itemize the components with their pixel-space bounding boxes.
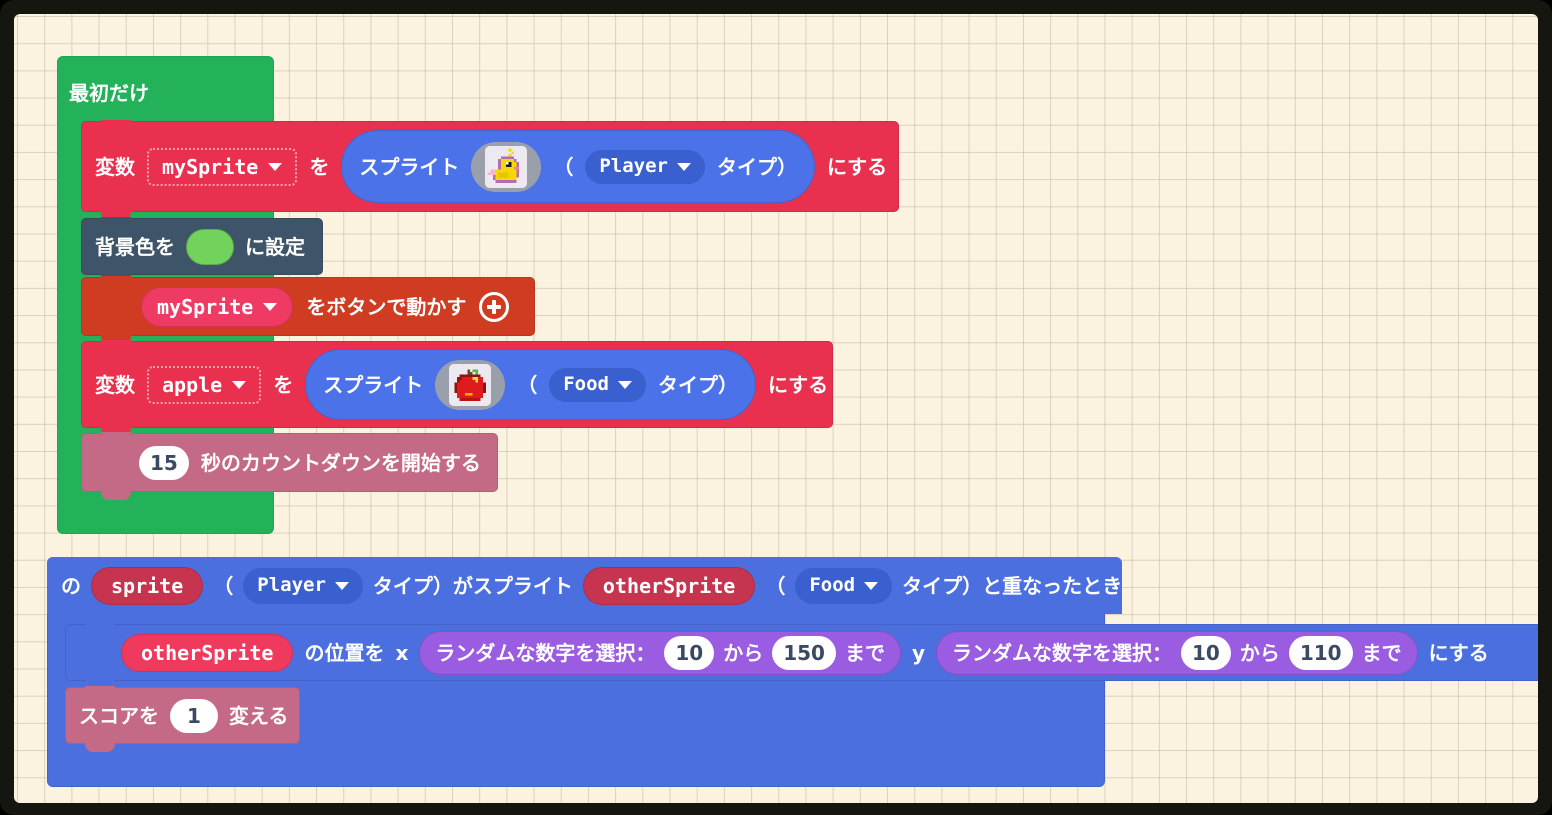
pick-random-from-word: から [723, 640, 764, 665]
pick-random-from-input[interactable]: 10 [1181, 635, 1231, 670]
param-reporter-sprite[interactable]: sprite [91, 566, 204, 605]
set-position-verb: にする [1428, 640, 1489, 665]
paren-open: （ [213, 573, 234, 598]
overlap-prefix: の [61, 573, 81, 598]
axis-x-label: x [395, 640, 409, 665]
block-on-overlap[interactable]: の sprite （ Player タイプ）がスプライト otherSprite… [47, 557, 1538, 787]
set-variable-keyword: 変数 [95, 372, 135, 397]
chevron-down-icon [334, 581, 349, 590]
chevron-down-icon [268, 162, 283, 171]
apple-sprite-image [449, 363, 492, 406]
on-overlap-header: の sprite （ Player タイプ）がスプライト otherSprite… [47, 557, 1123, 614]
pick-random-to-input[interactable]: 150 [772, 635, 836, 670]
reporter-pick-random-y[interactable]: ランダムな数字を選択： 10 から 110 まで [936, 630, 1418, 675]
overlap-kind-label: Food [809, 574, 856, 596]
on-start-label: 最初だけ [69, 81, 149, 105]
duck-sprite-image [485, 145, 528, 188]
paren-open: （ [553, 154, 574, 179]
chevron-down-icon [617, 380, 632, 389]
sprite-kind-suffix: タイプ） [716, 154, 797, 179]
sprite-kind-dropdown-food[interactable]: Food [549, 367, 646, 402]
set-position-label: の位置を [304, 640, 385, 665]
editor-frame: 最初だけ 変数 mySprite を スプライト （ Player タイプ） に… [0, 0, 1552, 815]
variable-reporter-label: mySprite [157, 294, 254, 319]
param-reporter-other-sprite[interactable]: otherSprite [582, 566, 756, 605]
overlap-kind-dropdown-player[interactable]: Player [243, 567, 363, 604]
block-set-position[interactable]: otherSprite の位置を x ランダムな数字を選択： 10 から 150… [65, 623, 1538, 689]
set-variable-keyword: 変数 [95, 154, 135, 179]
change-score-suffix: 変える [229, 703, 289, 728]
axis-y-label: y [911, 640, 925, 665]
param-other-sprite-label: otherSprite [602, 573, 736, 598]
background-color-suffix: に設定 [245, 234, 305, 259]
sprite-kind-label: Food [563, 373, 609, 395]
block-change-score[interactable]: スコアを 1 変える [65, 686, 300, 752]
pick-random-from-input[interactable]: 10 [664, 635, 715, 670]
variable-name-label: apple [162, 372, 223, 397]
variable-name-field-apple[interactable]: apple [147, 365, 262, 404]
pick-random-from-word: から [1239, 640, 1280, 665]
pick-random-to-input[interactable]: 110 [1288, 635, 1353, 670]
set-variable-particle-to: を [273, 372, 294, 397]
countdown-label: 秒のカウントダウンを開始する [200, 450, 481, 475]
move-with-buttons-label: をボタンで動かす [306, 294, 467, 319]
param-other-sprite-label: otherSprite [141, 640, 274, 665]
block-set-background-color[interactable]: 背景色を に設定 [81, 217, 323, 283]
param-sprite-label: sprite [111, 573, 184, 598]
chevron-down-icon [232, 380, 247, 389]
pick-random-to-word: まで [1361, 640, 1402, 665]
countdown-seconds-input[interactable]: 15 [139, 445, 189, 480]
chevron-down-icon [263, 302, 278, 311]
block-set-variable-apple[interactable]: 変数 apple を スプライト （ Food タイプ） にする [81, 340, 833, 436]
sprite-kind-suffix: タイプ） [657, 372, 738, 397]
overlap-tail-text: タイプ）と重なったとき [902, 573, 1123, 598]
chevron-down-icon [864, 581, 879, 590]
blocks-workspace[interactable]: 最初だけ 変数 mySprite を スプライト （ Player タイプ） に… [14, 14, 1538, 803]
reporter-pick-random-x[interactable]: ランダムな数字を選択： 10 から 150 まで [419, 630, 901, 675]
block-set-variable-mysprite[interactable]: 変数 mySprite を スプライト （ Player タイプ） にする [81, 120, 899, 220]
overlap-kind-label: Player [257, 574, 326, 596]
sprite-kind-label: Player [599, 155, 668, 177]
sprite-reporter-label: スプライト [359, 154, 460, 179]
reporter-sprite-of-kind-food[interactable]: スプライト （ Food タイプ） [305, 349, 756, 420]
variable-name-label: mySprite [162, 154, 259, 179]
block-start-countdown[interactable]: 15 秒のカウントダウンを開始する [81, 432, 498, 500]
set-variable-verb: にする [767, 372, 829, 397]
chevron-down-icon [676, 162, 691, 171]
paren-open: （ [765, 573, 786, 598]
param-reporter-other-sprite[interactable]: otherSprite [121, 633, 294, 672]
block-move-with-buttons[interactable]: mySprite をボタンで動かす [81, 276, 535, 344]
reporter-sprite-of-kind-player[interactable]: スプライト （ Player タイプ） [341, 130, 815, 203]
variable-reporter-mysprite[interactable]: mySprite [141, 286, 294, 327]
variable-name-field-mysprite[interactable]: mySprite [147, 147, 298, 186]
background-color-prefix: 背景色を [95, 234, 175, 259]
overlap-kind-dropdown-food[interactable]: Food [795, 567, 893, 604]
change-score-amount-input[interactable]: 1 [170, 698, 218, 733]
pick-random-label: ランダムな数字を選択： [435, 640, 656, 665]
plus-circle-icon[interactable] [479, 291, 510, 322]
pick-random-to-word: まで [844, 640, 885, 665]
color-swatch-field[interactable] [186, 228, 234, 265]
sprite-kind-dropdown-player[interactable]: Player [585, 149, 705, 184]
set-variable-verb: にする [826, 154, 888, 179]
duck-sprite-icon[interactable] [471, 141, 542, 192]
pick-random-label: ランダムな数字を選択： [952, 640, 1172, 665]
set-variable-particle-to: を [309, 154, 330, 179]
change-score-prefix: スコアを [79, 703, 159, 728]
paren-open: （ [517, 372, 538, 397]
sprite-reporter-label: スプライト [323, 372, 424, 397]
apple-sprite-icon[interactable] [435, 359, 506, 410]
overlap-middle-text: タイプ）がスプライト [372, 573, 573, 598]
